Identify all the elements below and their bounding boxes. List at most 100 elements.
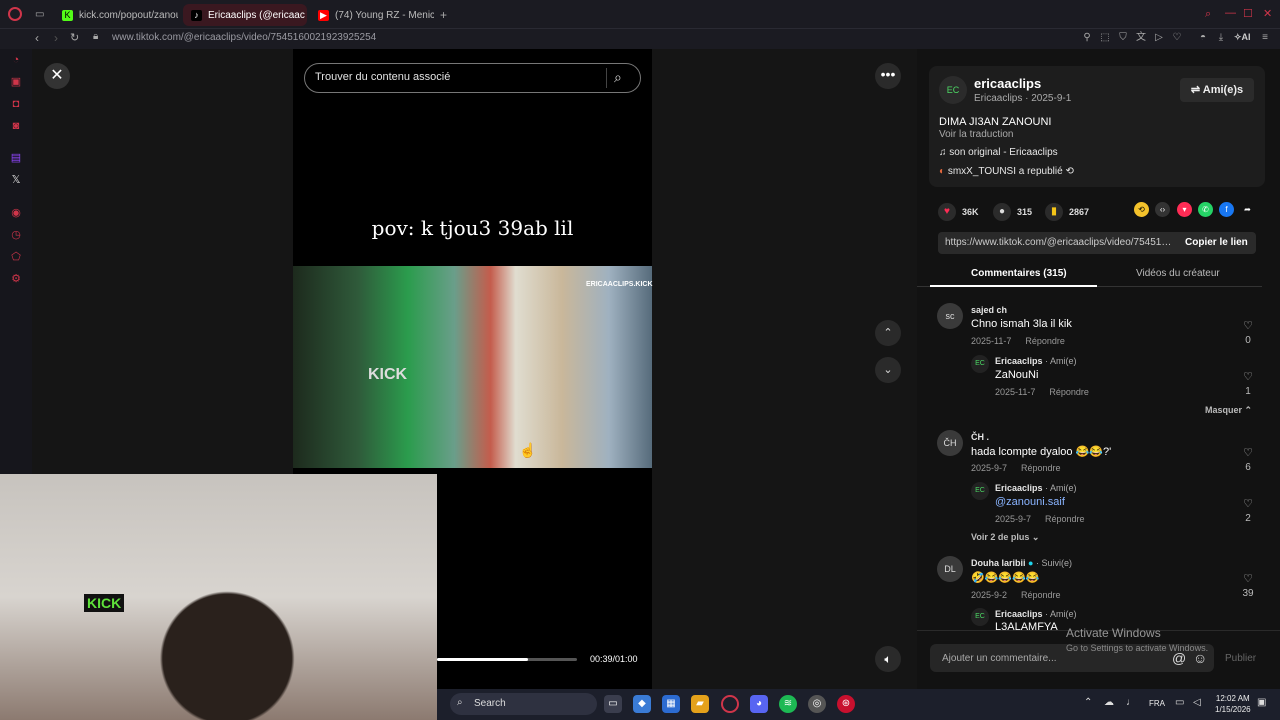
ai-button[interactable]: ✧AI [1234, 32, 1251, 43]
avatar[interactable]: EC [971, 608, 989, 626]
search-tabs-icon[interactable]: ⌕ [1205, 8, 1211, 21]
tab-youtube[interactable]: ▶ (74) Young RZ - Menich K [310, 4, 434, 26]
repost-info[interactable]: ◐ smxX_TOUNSI a republié ⟲ [939, 166, 1074, 177]
video-frame[interactable] [293, 266, 652, 468]
minimize-icon[interactable]: — [1225, 7, 1236, 19]
obs-icon[interactable]: ◎ [808, 695, 826, 713]
twitch-icon[interactable]: ▤ [9, 151, 23, 165]
messenger-icon[interactable]: ◘ [9, 97, 23, 111]
new-tab-icon[interactable]: + [440, 8, 447, 22]
comment-author[interactable]: sajed ch [971, 305, 1007, 315]
avatar[interactable]: sc [937, 303, 963, 329]
app-icon[interactable]: ⊛ [837, 695, 855, 713]
tab-list-icon[interactable]: ▭ [35, 9, 44, 20]
close-window-icon[interactable]: ✕ [1263, 7, 1272, 20]
microphone-icon[interactable]: ♩ [1126, 697, 1136, 708]
network-icon[interactable]: ▭ [1175, 697, 1184, 708]
tray-chevron-icon[interactable]: ⌃ [1084, 697, 1092, 708]
comment-author[interactable]: Ericaaclips · Ami(e) [995, 483, 1077, 493]
settings-icon[interactable]: ⚙ [9, 272, 23, 286]
player-icon[interactable]: ◉ [9, 206, 23, 220]
volume-button[interactable]: 🔈︎ [875, 646, 901, 672]
pinboard-icon[interactable]: ⬠ [9, 250, 23, 264]
translate-link[interactable]: Voir la traduction [939, 129, 1014, 140]
download-icon[interactable]: ⤓ [1215, 32, 1227, 44]
opera-logo-icon[interactable] [8, 7, 22, 21]
play-icon[interactable]: ▷ [1153, 32, 1165, 44]
taskbar-clock[interactable]: 12:02 AM 1/15/2026 [1215, 693, 1251, 715]
like-icon[interactable]: ♡ [1238, 370, 1258, 383]
task-view-icon[interactable]: ▭ [604, 695, 622, 713]
avatar[interactable]: ČH [937, 430, 963, 456]
tab-comments[interactable]: Commentaires (315) [971, 268, 1067, 279]
url-field[interactable]: www.tiktok.com/@ericaaclips/video/754516… [112, 32, 376, 43]
author-username[interactable]: ericaaclips [974, 76, 1041, 91]
spotify-icon[interactable]: ≋ [779, 695, 797, 713]
comment-stat[interactable]: ● 315 [993, 203, 1032, 221]
close-viewer-button[interactable]: ✕ [44, 63, 70, 89]
notifications-icon[interactable]: ▣ [1257, 697, 1266, 708]
like-icon[interactable]: ♡ [1238, 319, 1258, 332]
comment-author[interactable]: ČH . [971, 432, 989, 442]
account-icon[interactable]: ◓ [1197, 32, 1209, 44]
whatsapp-icon[interactable]: ✆ [1198, 202, 1213, 217]
reply-link[interactable]: Répondre [1049, 387, 1089, 397]
embed-icon[interactable]: ‹› [1155, 202, 1170, 217]
avatar[interactable]: EC [971, 482, 989, 500]
next-video-button[interactable]: ⌄ [875, 357, 901, 383]
copy-link-button[interactable]: Copier le lien [1185, 237, 1248, 248]
history-icon[interactable]: ◷ [9, 228, 23, 242]
forward-icon[interactable]: › [54, 31, 58, 45]
reply-link[interactable]: Répondre [1045, 514, 1085, 524]
facebook-icon[interactable]: f [1219, 202, 1234, 217]
reply-link[interactable]: Répondre [1021, 463, 1061, 473]
tab-kick[interactable]: K kick.com/popout/zanouni [54, 4, 178, 26]
opera-taskbar-icon[interactable] [721, 695, 739, 713]
like-icon[interactable]: ♡ [1238, 446, 1258, 459]
heart-icon[interactable]: ♡ [1171, 32, 1183, 44]
previous-video-button[interactable]: ⌃ [875, 320, 901, 346]
translate-icon[interactable]: 文 [1135, 32, 1147, 44]
more-options-button[interactable]: ••• [875, 63, 901, 89]
maximize-icon[interactable]: ☐ [1243, 7, 1253, 20]
repost-share-icon[interactable]: ⟲ [1134, 202, 1149, 217]
like-icon[interactable]: ♡ [1238, 497, 1258, 510]
taskbar-search[interactable]: Search [450, 693, 597, 715]
aria-icon[interactable]: ◔ [9, 53, 23, 67]
hide-replies-button[interactable]: Masquer ⌃ [1205, 405, 1252, 416]
friends-button[interactable]: ⇌ Ami(e)s [1180, 78, 1254, 102]
language-indicator[interactable]: FRA [1149, 699, 1165, 708]
back-icon[interactable]: ‹ [35, 31, 39, 45]
copilot-icon[interactable]: ◆ [633, 695, 651, 713]
instagram-icon[interactable]: ◙ [9, 119, 23, 133]
x-icon[interactable]: 𝕏 [9, 173, 23, 187]
bag-icon[interactable]: ▣ [9, 75, 23, 89]
reply-link[interactable]: Répondre [1025, 336, 1065, 346]
save-stat[interactable]: ▮ 2867 [1045, 203, 1089, 221]
avatar[interactable]: EC [971, 355, 989, 373]
avatar[interactable]: EC [939, 76, 967, 104]
onedrive-icon[interactable]: ☁ [1104, 697, 1114, 708]
like-icon[interactable]: ♡ [1238, 572, 1258, 585]
tab-creator-videos[interactable]: Vidéos du créateur [1136, 268, 1220, 279]
view-more-replies-button[interactable]: Voir 2 de plus ⌄ [971, 532, 1039, 543]
comment-author[interactable]: Douha laribii ● · Suivi(e) [971, 558, 1072, 568]
snapshot-icon[interactable]: ⬚ [1099, 32, 1111, 44]
like-stat[interactable]: ♥ 36K [938, 203, 979, 221]
sound-link[interactable]: ♫ son original - Ericaaclips [939, 147, 1058, 158]
reload-icon[interactable]: ↻ [70, 31, 79, 44]
pin-icon[interactable]: ⚲ [1081, 32, 1093, 44]
share-arrow-icon[interactable]: ➦ [1240, 202, 1255, 217]
avatar[interactable]: DL [937, 556, 963, 582]
menu-icon[interactable]: ≡ [1259, 32, 1271, 44]
comment-author[interactable]: Ericaaclips · Ami(e) [995, 609, 1077, 619]
volume-tray-icon[interactable]: ◁ [1193, 697, 1201, 708]
send-icon[interactable]: ▾ [1177, 202, 1192, 217]
tab-tiktok[interactable]: ♪ Ericaaclips (@ericaac [183, 4, 307, 26]
discord-icon[interactable]: ◕ [750, 695, 768, 713]
store-icon[interactable]: ▦ [662, 695, 680, 713]
comment-mention[interactable]: @zanouni.saif [995, 496, 1065, 508]
file-explorer-icon[interactable]: ▰ [691, 695, 709, 713]
comment-author[interactable]: Ericaaclips · Ami(e) [995, 356, 1077, 366]
reply-link[interactable]: Répondre [1021, 590, 1061, 600]
